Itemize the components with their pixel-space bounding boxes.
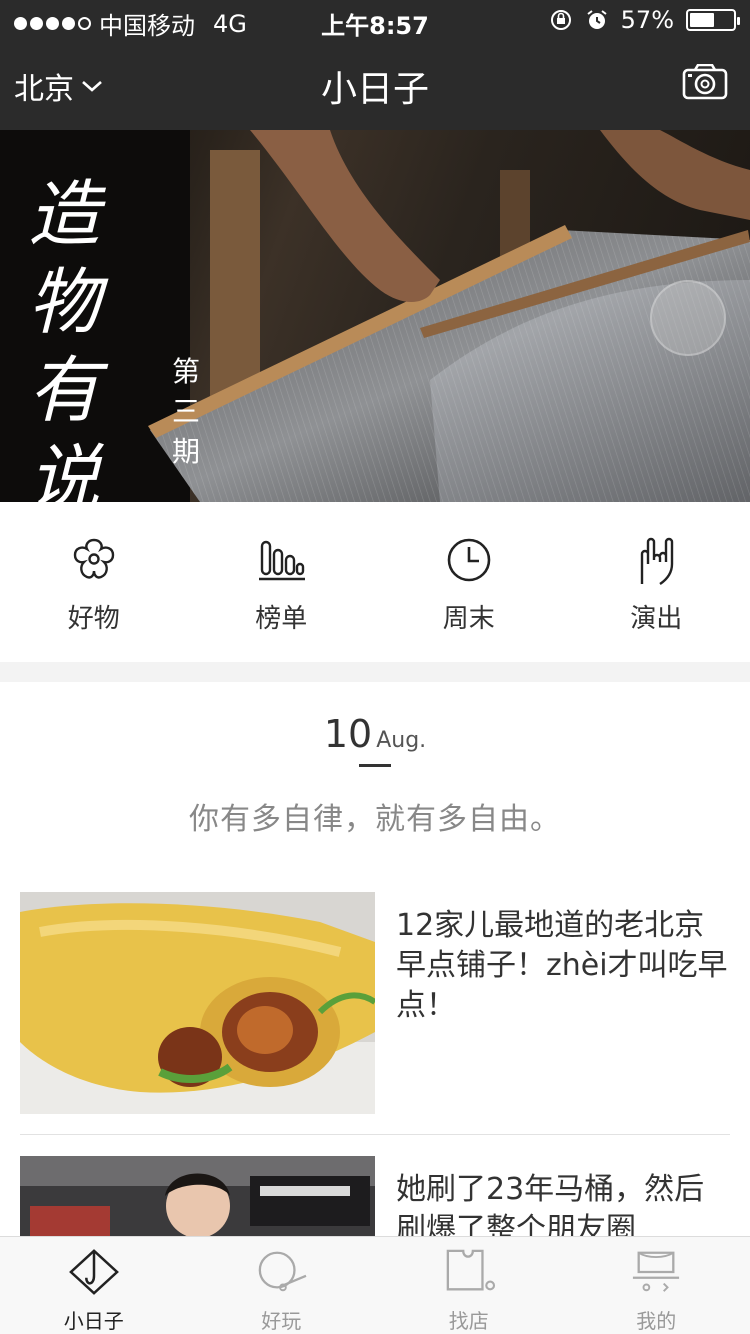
alarm-icon: [587, 10, 607, 29]
tab-home[interactable]: 小日子: [0, 1237, 188, 1334]
category-label: 好物: [67, 604, 120, 634]
diamond-icon: [68, 1249, 119, 1295]
category-ranking[interactable]: 榜单: [188, 502, 376, 662]
date-month: Aug.: [376, 728, 427, 753]
banner-issue: 第三期: [172, 355, 201, 468]
flower-icon: [73, 538, 114, 579]
nav-bar: 北京 小日子: [0, 40, 750, 130]
battery-percent: 57%: [620, 6, 674, 34]
floating-button[interactable]: [650, 280, 726, 356]
date-underline: [359, 764, 391, 767]
banner-calligraphy: 造物有说: [28, 172, 101, 502]
category-shows[interactable]: 演出: [563, 502, 750, 662]
date-day: 10: [323, 712, 373, 756]
tab-label: 小日子: [63, 1309, 124, 1333]
tab-mine[interactable]: 我的: [563, 1237, 750, 1334]
tab-fun[interactable]: 好玩: [188, 1237, 376, 1334]
category-label: 周末: [442, 604, 495, 634]
tab-label: 我的: [636, 1309, 677, 1333]
category-weekend[interactable]: 周末: [375, 502, 563, 662]
category-row: 好物 榜单 周末 演出: [0, 502, 750, 662]
page-title: 小日子: [320, 69, 429, 110]
article-title: 12家儿最地道的老北京早点铺子！zhèi才叫吃早点！: [396, 908, 728, 1023]
shop-icon: [446, 1249, 495, 1291]
category-label: 榜单: [255, 604, 308, 634]
battery-icon: [686, 9, 740, 31]
profile-icon: [633, 1251, 680, 1292]
rock-hand-icon: [641, 537, 674, 585]
bar-chart-icon: [259, 540, 306, 581]
article-divider: [20, 1134, 730, 1135]
date-header: 10 Aug.: [0, 712, 750, 756]
tab-label: 好玩: [261, 1309, 302, 1333]
clock-icon: [447, 538, 491, 582]
racket-icon: [258, 1251, 307, 1292]
daily-motto: 你有多自律，就有多自由。: [189, 802, 561, 837]
category-label: 演出: [630, 604, 683, 634]
category-goods[interactable]: 好物: [0, 502, 188, 662]
tab-bar: 小日子 好玩 找店 我的: [0, 1236, 750, 1334]
hero-banner[interactable]: 造物有说 第三期: [0, 130, 750, 502]
status-right: 57%: [549, 6, 740, 34]
tab-label: 找店: [448, 1309, 489, 1333]
rotation-lock-icon: [550, 10, 571, 30]
article-card[interactable]: 12家儿最地道的老北京早点铺子！zhèi才叫吃早点！: [20, 892, 730, 1114]
camera-icon[interactable]: [682, 64, 728, 100]
article-thumbnail: [20, 892, 375, 1114]
tab-shops[interactable]: 找店: [375, 1237, 563, 1334]
section-separator: [0, 662, 750, 682]
status-bar: 中国移动 4G 上午8:57 57%: [0, 0, 750, 40]
